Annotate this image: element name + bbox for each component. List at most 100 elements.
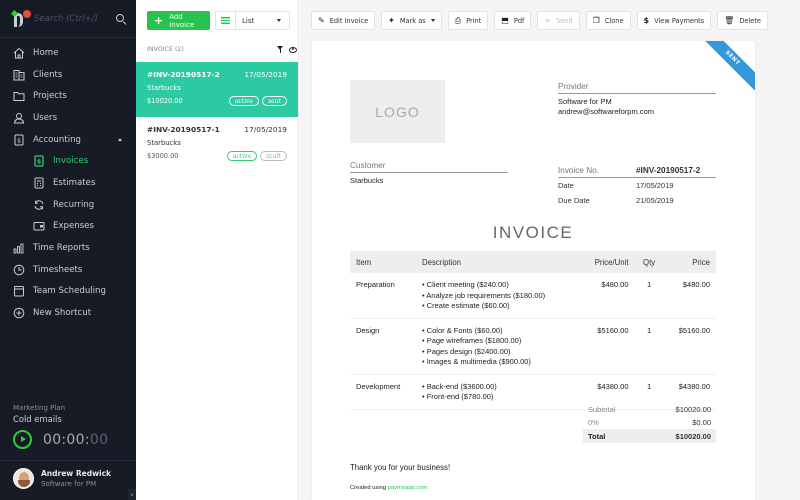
calculator-icon — [33, 177, 45, 189]
sidebar-item-clients[interactable]: Clients — [0, 64, 136, 86]
app-logo-icon[interactable] — [10, 9, 31, 28]
chevron-up-icon[interactable] — [118, 138, 122, 142]
column-header: Description — [416, 251, 580, 273]
eye-icon[interactable] — [289, 46, 297, 53]
svg-text:$: $ — [37, 158, 42, 166]
avatar[interactable] — [13, 468, 34, 489]
item-price: $5160.00 — [663, 318, 716, 375]
column-header: Price/Unit — [579, 251, 635, 273]
invoice-meta: Invoice No. #INV-20190517-2 Date 17/05/201… — [558, 163, 716, 208]
sidebar-item-label: Home — [33, 47, 59, 58]
view-payments-button[interactable]: $ View Payments — [636, 11, 712, 30]
totals-block: Subtotal $10020.00 0% $0.00 Total $10020.00 — [583, 403, 716, 443]
user-org: Software for PM — [41, 480, 97, 488]
calendar-icon — [13, 285, 25, 297]
sidebar-item-label: Team Scheduling — [33, 286, 106, 297]
invoice-list-panel: + Add Invoice List INVOICE (2) #INV-2019… — [136, 0, 436, 500]
edit-invoice-button[interactable]: ✎ Edit Invoice — [311, 11, 376, 30]
toolbar: ✎ Edit Invoice ✦ Mark as ⎙ Print ⬒ Pdf ➢ Send… — [311, 11, 768, 30]
filter-icon[interactable] — [277, 46, 284, 53]
clone-button[interactable]: ❐ Clone — [585, 11, 631, 30]
add-invoice-button[interactable]: + Add Invoice — [147, 11, 210, 30]
invoice-list-item[interactable]: #INV-20190517-1 17/05/2019 Starbucks $300… — [136, 117, 298, 172]
sidebar-item-new-shortcut[interactable]: New Shortcut — [0, 302, 136, 324]
invoice-amount: $3000.00 — [147, 152, 179, 160]
item-description: • Back-end ($3600.00) • Front-end ($780.0… — [416, 374, 580, 410]
item-name: Preparation — [350, 273, 416, 319]
pdf-button[interactable]: ⬒ Pdf — [494, 11, 532, 30]
timer-display: 00:00:00 — [43, 431, 109, 448]
table-row: Design • Color & Fonts ($60.00) • Page wi… — [350, 318, 716, 375]
status-badge: active — [228, 96, 260, 106]
dollar-icon: $ — [643, 15, 650, 25]
item-name: Design — [350, 318, 416, 375]
folder-icon — [13, 90, 25, 102]
invoice-amount: $10020.00 — [147, 97, 183, 105]
user-profile[interactable]: Andrew Redwick Software for PM — [13, 468, 111, 489]
sidebar-item-team-scheduling[interactable]: Team Scheduling — [0, 281, 136, 303]
sidebar-collapse-button[interactable]: ‹ — [128, 489, 136, 500]
invoice-number: #INV-20190517-1 — [147, 125, 220, 134]
sparkle-icon: ✦ — [388, 15, 395, 25]
building-icon — [13, 69, 25, 81]
timer-widget: Marketing Plan Cold emails 00:00:00 — [0, 398, 136, 460]
mark-as-button[interactable]: ✦ Mark as — [381, 11, 442, 30]
sidebar-item-projects[interactable]: Projects — [0, 85, 136, 107]
sidebar-item-estimates[interactable]: Estimates — [0, 172, 136, 194]
item-description: • Client meeting ($240.00) • Analyze job … — [416, 273, 580, 319]
sidebar-item-label: Projects — [33, 91, 67, 102]
timer-project: Marketing Plan — [13, 404, 66, 412]
send-button[interactable]: ➢ Send — [537, 11, 580, 30]
sidebar-item-users[interactable]: Users — [0, 107, 136, 129]
sidebar-item-label: Time Reports — [33, 243, 90, 254]
play-timer-button[interactable] — [13, 430, 32, 449]
search-input[interactable] — [34, 13, 116, 24]
plus-icon: + — [154, 14, 164, 27]
recurring-icon — [33, 199, 45, 211]
search-icon[interactable] — [116, 13, 126, 24]
sidebar-item-timesheets[interactable]: Timesheets — [0, 259, 136, 281]
delete-button[interactable]: 🗑︎ Delete — [717, 11, 768, 30]
plus-circle-icon — [13, 307, 25, 319]
sidebar-item-label: Clients — [33, 69, 63, 80]
sidebar: Home Clients Projects Users $ Accounting $ Invo… — [0, 0, 136, 500]
item-name: Development — [350, 374, 416, 410]
sidebar-item-label: New Shortcut — [33, 308, 92, 319]
invoice-icon: $ — [33, 155, 45, 167]
status-badge: active — [226, 151, 258, 161]
sidebar-nav: Home Clients Projects Users $ Accounting $ Invo… — [0, 38, 136, 324]
sidebar-item-label: Invoices — [53, 156, 89, 167]
sidebar-divider — [0, 460, 136, 461]
item-qty: 1 — [634, 318, 664, 375]
list-view-icon — [216, 12, 236, 29]
print-button[interactable]: ⎙ Print — [447, 11, 489, 30]
clone-icon: ❐ — [592, 15, 600, 25]
sidebar-item-time-reports[interactable]: Time Reports — [0, 237, 136, 259]
thank-you-note: Thank you for your business! — [350, 463, 451, 472]
bar-chart-icon — [13, 242, 25, 254]
invoice-list-header: INVOICE (2) — [147, 46, 299, 53]
invoice-client: Starbucks — [147, 139, 181, 147]
sidebar-item-invoices[interactable]: $ Invoices — [0, 150, 136, 172]
created-using-note: Created using paymoapp.com — [350, 485, 428, 491]
sidebar-item-label: Expenses — [53, 221, 94, 232]
view-mode-select[interactable]: List — [215, 11, 290, 30]
item-price: $480.00 — [663, 273, 716, 319]
invoice-list-item[interactable]: #INV-20190517-2 17/05/2019 Starbucks $100… — [136, 62, 298, 117]
pdf-icon: ⬒ — [501, 15, 509, 25]
invoice-title: INVOICE — [492, 223, 574, 242]
clock-icon — [13, 264, 25, 276]
invoice-date: 17/05/2019 — [244, 70, 287, 79]
sidebar-item-expenses[interactable]: Expenses — [0, 216, 136, 238]
sidebar-item-accounting[interactable]: $ Accounting — [0, 129, 136, 151]
item-unit-price: $5160.00 — [579, 318, 635, 375]
ledger-icon: $ — [13, 134, 25, 146]
invoice-client: Starbucks — [147, 84, 181, 92]
column-header: Item — [350, 251, 416, 273]
sidebar-item-home[interactable]: Home — [0, 42, 136, 64]
paymo-link[interactable]: paymoapp.com — [388, 485, 428, 491]
chevron-down-icon — [430, 19, 435, 22]
sidebar-item-recurring[interactable]: Recurring — [0, 194, 136, 216]
line-items-table: Item Description Price/Unit Qty Price Prepar… — [350, 251, 716, 410]
invoice-number: #INV-20190517-2 — [147, 70, 220, 79]
